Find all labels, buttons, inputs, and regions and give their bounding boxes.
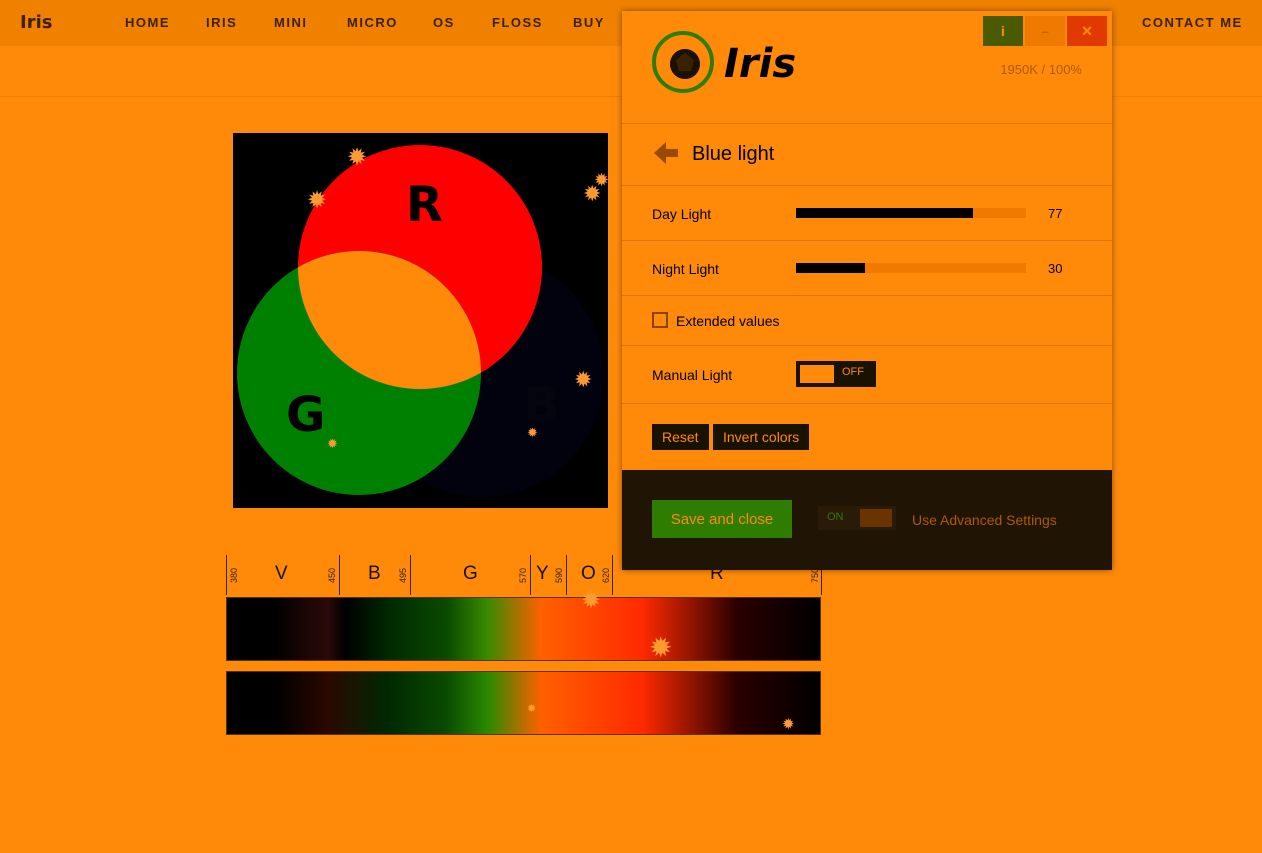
night-light-value: 30 — [1048, 261, 1063, 276]
toggle-knob — [860, 509, 892, 527]
band-letter: B — [368, 563, 381, 584]
divider — [622, 295, 1112, 296]
letter-r: R — [406, 177, 443, 233]
aperture-icon — [670, 49, 700, 79]
tick-label: 750 — [810, 567, 820, 583]
band-letter: Y — [536, 563, 549, 584]
save-label: Save and close — [670, 510, 774, 528]
minimize-icon: – — [1041, 23, 1049, 39]
save-and-close-button[interactable]: Save and close — [652, 500, 792, 538]
toggle-state: ON — [827, 511, 844, 523]
tick-label: 590 — [554, 567, 564, 583]
snowflake-icon: ✹ — [649, 632, 673, 663]
tick-line — [612, 555, 613, 595]
tick-line — [566, 555, 567, 595]
snowflake-icon: ✹ — [307, 187, 328, 214]
day-light-label: Day Light — [652, 206, 712, 222]
overlap-region — [298, 251, 481, 389]
tick-label: 570 — [518, 567, 528, 583]
tick-label: 495 — [398, 567, 408, 583]
spectrum-bar-filtered — [226, 597, 821, 661]
nav-contact[interactable]: CONTACT ME — [1142, 15, 1243, 30]
letter-g: G — [286, 387, 326, 443]
snowflake-icon: ✹ — [327, 436, 338, 451]
info-icon: i — [1001, 23, 1005, 39]
nav-iris[interactable]: IRIS — [206, 15, 237, 30]
minimize-button[interactable]: – — [1025, 16, 1065, 46]
tick-label: 450 — [327, 567, 337, 583]
tick-line — [530, 555, 531, 595]
close-button[interactable]: × — [1067, 16, 1107, 46]
day-light-fill — [796, 208, 974, 218]
manual-light-toggle[interactable]: OFF — [796, 361, 876, 387]
divider — [622, 403, 1112, 404]
extended-values-checkbox[interactable] — [652, 312, 668, 328]
night-light-fill — [796, 263, 865, 273]
spectrum-bar-original — [226, 671, 821, 735]
tick-label: 380 — [229, 567, 239, 583]
close-icon: × — [1081, 20, 1093, 41]
manual-light-label: Manual Light — [652, 367, 733, 383]
snowflake-icon: ✹ — [527, 703, 537, 715]
section-title: Blue light — [692, 143, 775, 165]
night-light-label: Night Light — [652, 261, 719, 277]
divider — [622, 123, 1112, 124]
back-arrow-icon[interactable] — [652, 139, 680, 167]
day-light-slider[interactable] — [796, 208, 1026, 218]
toggle-knob — [800, 365, 834, 383]
reset-button[interactable]: Reset — [652, 424, 709, 450]
nav-os[interactable]: OS — [433, 15, 455, 30]
tick-line — [226, 555, 227, 595]
tick-line — [339, 555, 340, 595]
advanced-settings-toggle[interactable]: ON — [818, 506, 896, 530]
tick-label: 620 — [601, 567, 611, 583]
snowflake-icon: ✹ — [527, 425, 538, 440]
band-letter: G — [463, 563, 478, 584]
rgb-diagram: R G B — [233, 133, 608, 508]
band-letter: O — [581, 563, 596, 584]
snowflake-icon: ✹ — [594, 170, 610, 190]
toggle-state: OFF — [842, 366, 864, 378]
invert-colors-label: Invert colors — [723, 429, 800, 445]
snowflake-icon: ✹ — [574, 367, 593, 392]
site-brand[interactable]: Iris — [20, 12, 52, 33]
panel-footer: Save and close ON Use Advanced Settings — [622, 470, 1112, 570]
iris-window: i – × Iris 1950K / 100% Blue light Day L… — [622, 11, 1112, 570]
day-light-value: 77 — [1048, 206, 1063, 221]
snowflake-icon: ✹ — [782, 716, 795, 733]
iris-logo-text: Iris — [724, 41, 797, 87]
invert-colors-button[interactable]: Invert colors — [713, 424, 810, 450]
nav-mini[interactable]: MINI — [274, 15, 307, 30]
nav-micro[interactable]: MICRO — [347, 15, 398, 30]
snowflake-icon: ✹ — [347, 144, 368, 171]
band-letter: V — [275, 563, 288, 584]
tick-line — [410, 555, 411, 595]
extended-values-label[interactable]: Extended values — [676, 313, 780, 329]
temperature-status: 1950K / 100% — [1000, 62, 1082, 77]
nav-floss[interactable]: FLOSS — [492, 15, 543, 30]
reset-label: Reset — [662, 429, 699, 445]
divider — [622, 185, 1112, 186]
info-button[interactable]: i — [983, 16, 1023, 46]
divider — [622, 345, 1112, 346]
advanced-settings-label[interactable]: Use Advanced Settings — [912, 512, 1057, 528]
night-light-slider[interactable] — [796, 263, 1026, 273]
snowflake-icon: ✹ — [581, 587, 602, 614]
divider — [622, 240, 1112, 241]
nav-home[interactable]: HOME — [125, 15, 170, 30]
nav-buy[interactable]: BUY — [573, 15, 605, 30]
